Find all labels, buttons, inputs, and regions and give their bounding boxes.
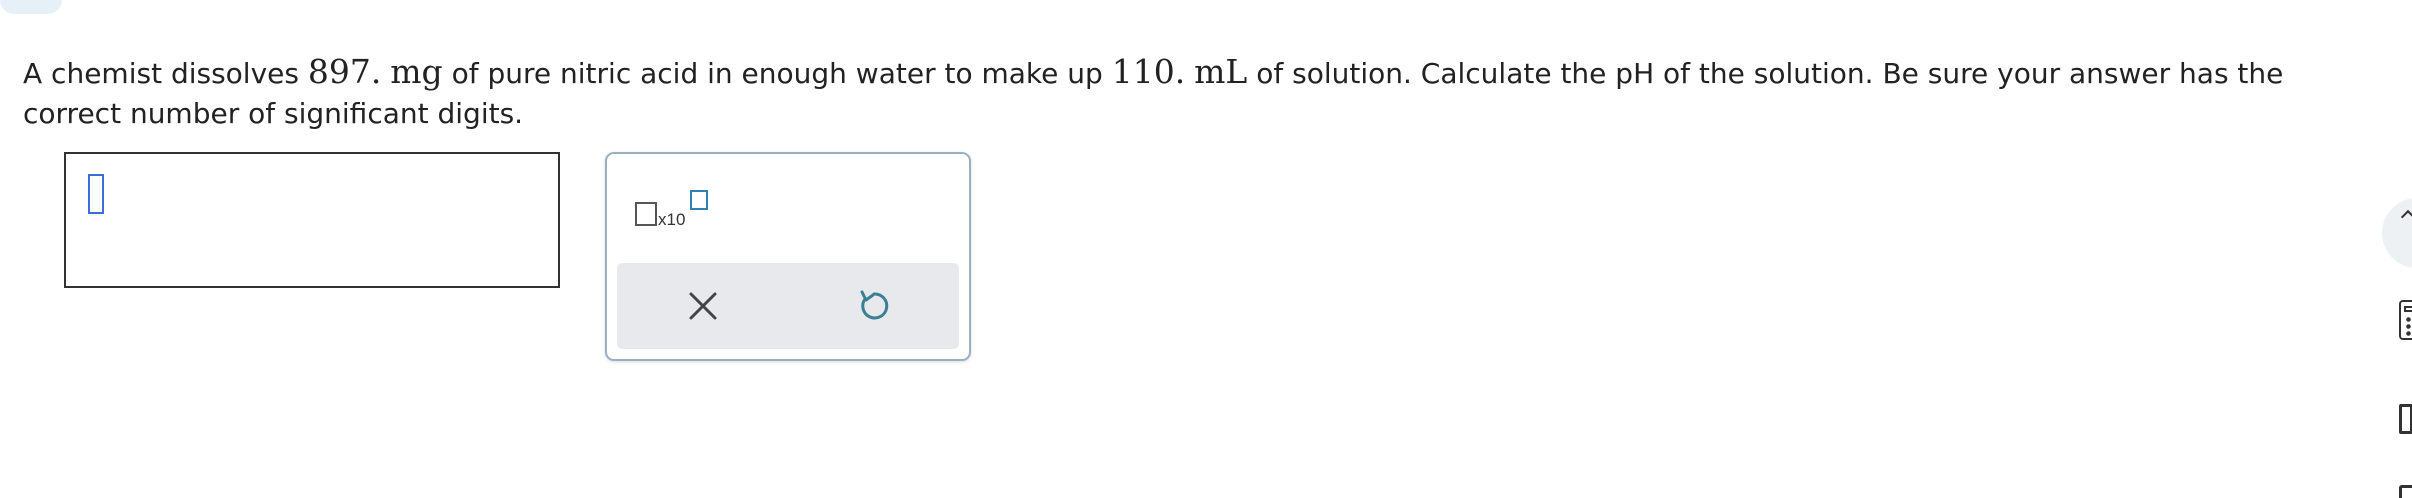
close-icon	[689, 292, 717, 320]
calculator-screen	[2404, 306, 2412, 312]
mass-unit: mg	[390, 52, 443, 91]
page: A chemist dissolves 897. mg of pure nitr…	[0, 0, 2412, 498]
x10-label: x10	[658, 210, 686, 229]
corner-tab[interactable]	[0, 0, 62, 14]
undo-button[interactable]	[852, 284, 896, 328]
question-text: A chemist dissolves 897. mg of pure nitr…	[23, 52, 2353, 134]
volume-unit: mL	[1194, 52, 1248, 91]
question-part-1: A chemist dissolves	[23, 57, 308, 90]
scientific-notation-button[interactable]: x10	[635, 190, 715, 236]
undo-icon	[860, 290, 889, 320]
answer-input[interactable]	[64, 152, 560, 288]
volume-value: 110.	[1111, 52, 1186, 91]
question-part-2: of pure nitric acid in enough water to m…	[442, 57, 1112, 90]
input-placeholder-box[interactable]	[88, 174, 104, 214]
mass-value: 897.	[307, 52, 382, 91]
clear-button[interactable]	[681, 284, 725, 328]
calculator-keys	[2405, 316, 2412, 336]
corner-bracket-icon[interactable]	[2399, 485, 2412, 498]
base-box-icon	[635, 202, 657, 226]
answer-toolbox: x10	[605, 152, 971, 361]
action-bar	[617, 263, 959, 349]
exponent-box-icon	[690, 190, 708, 210]
calculator-icon[interactable]	[2399, 300, 2412, 340]
panel-icon[interactable]	[2399, 404, 2412, 434]
